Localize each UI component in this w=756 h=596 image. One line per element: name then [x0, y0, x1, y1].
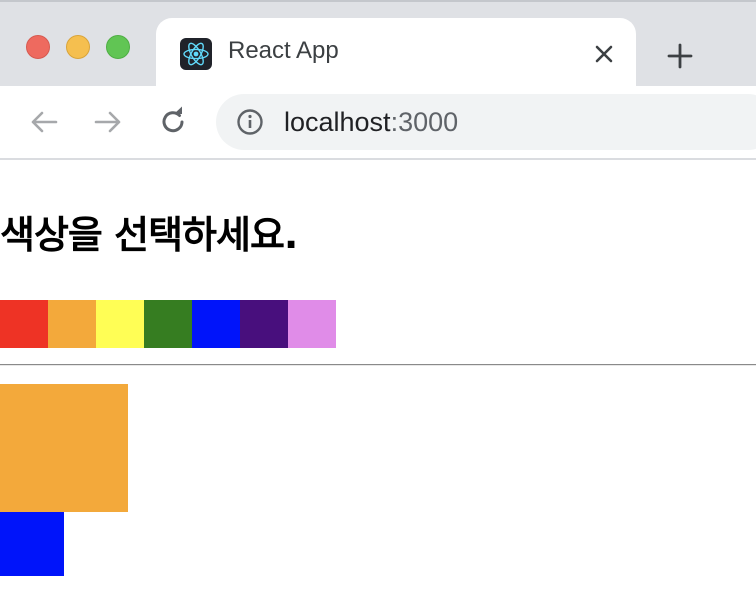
new-tab-plus-icon[interactable]: [660, 36, 700, 76]
color-swatch-green[interactable]: [144, 300, 192, 348]
tab-title: React App: [228, 37, 339, 64]
url-port: :3000: [390, 107, 459, 137]
color-palette: [0, 300, 336, 348]
back-arrow-icon[interactable]: [26, 104, 62, 140]
window-minimize-button[interactable]: [66, 35, 90, 59]
url-host: localhost: [284, 107, 391, 137]
color-swatch-red[interactable]: [0, 300, 48, 348]
forward-arrow-icon[interactable]: [90, 104, 126, 140]
browser-tab[interactable]: React App: [156, 18, 636, 88]
address-bar[interactable]: localhost:3000: [216, 94, 756, 150]
reload-icon[interactable]: [155, 104, 191, 140]
color-swatch-indigo[interactable]: [240, 300, 288, 348]
window-maximize-button[interactable]: [106, 35, 130, 59]
color-swatch-violet[interactable]: [288, 300, 336, 348]
page-content: 색상을 선택하세요.: [0, 160, 756, 596]
window-close-button[interactable]: [26, 35, 50, 59]
page-title: 색상을 선택하세요.: [0, 213, 298, 257]
selected-color-small-box: [0, 512, 64, 576]
color-swatch-yellow[interactable]: [96, 300, 144, 348]
tab-close-icon[interactable]: [588, 38, 620, 70]
color-swatch-orange[interactable]: [48, 300, 96, 348]
divider: [0, 364, 756, 366]
color-swatch-blue[interactable]: [192, 300, 240, 348]
url-text: localhost:3000: [284, 107, 458, 138]
selected-color-large-box: [0, 384, 128, 512]
browser-toolbar: localhost:3000: [0, 86, 756, 158]
react-logo-icon: [180, 38, 212, 70]
site-info-icon[interactable]: [236, 108, 264, 136]
browser-titlebar: React App: [0, 0, 756, 88]
